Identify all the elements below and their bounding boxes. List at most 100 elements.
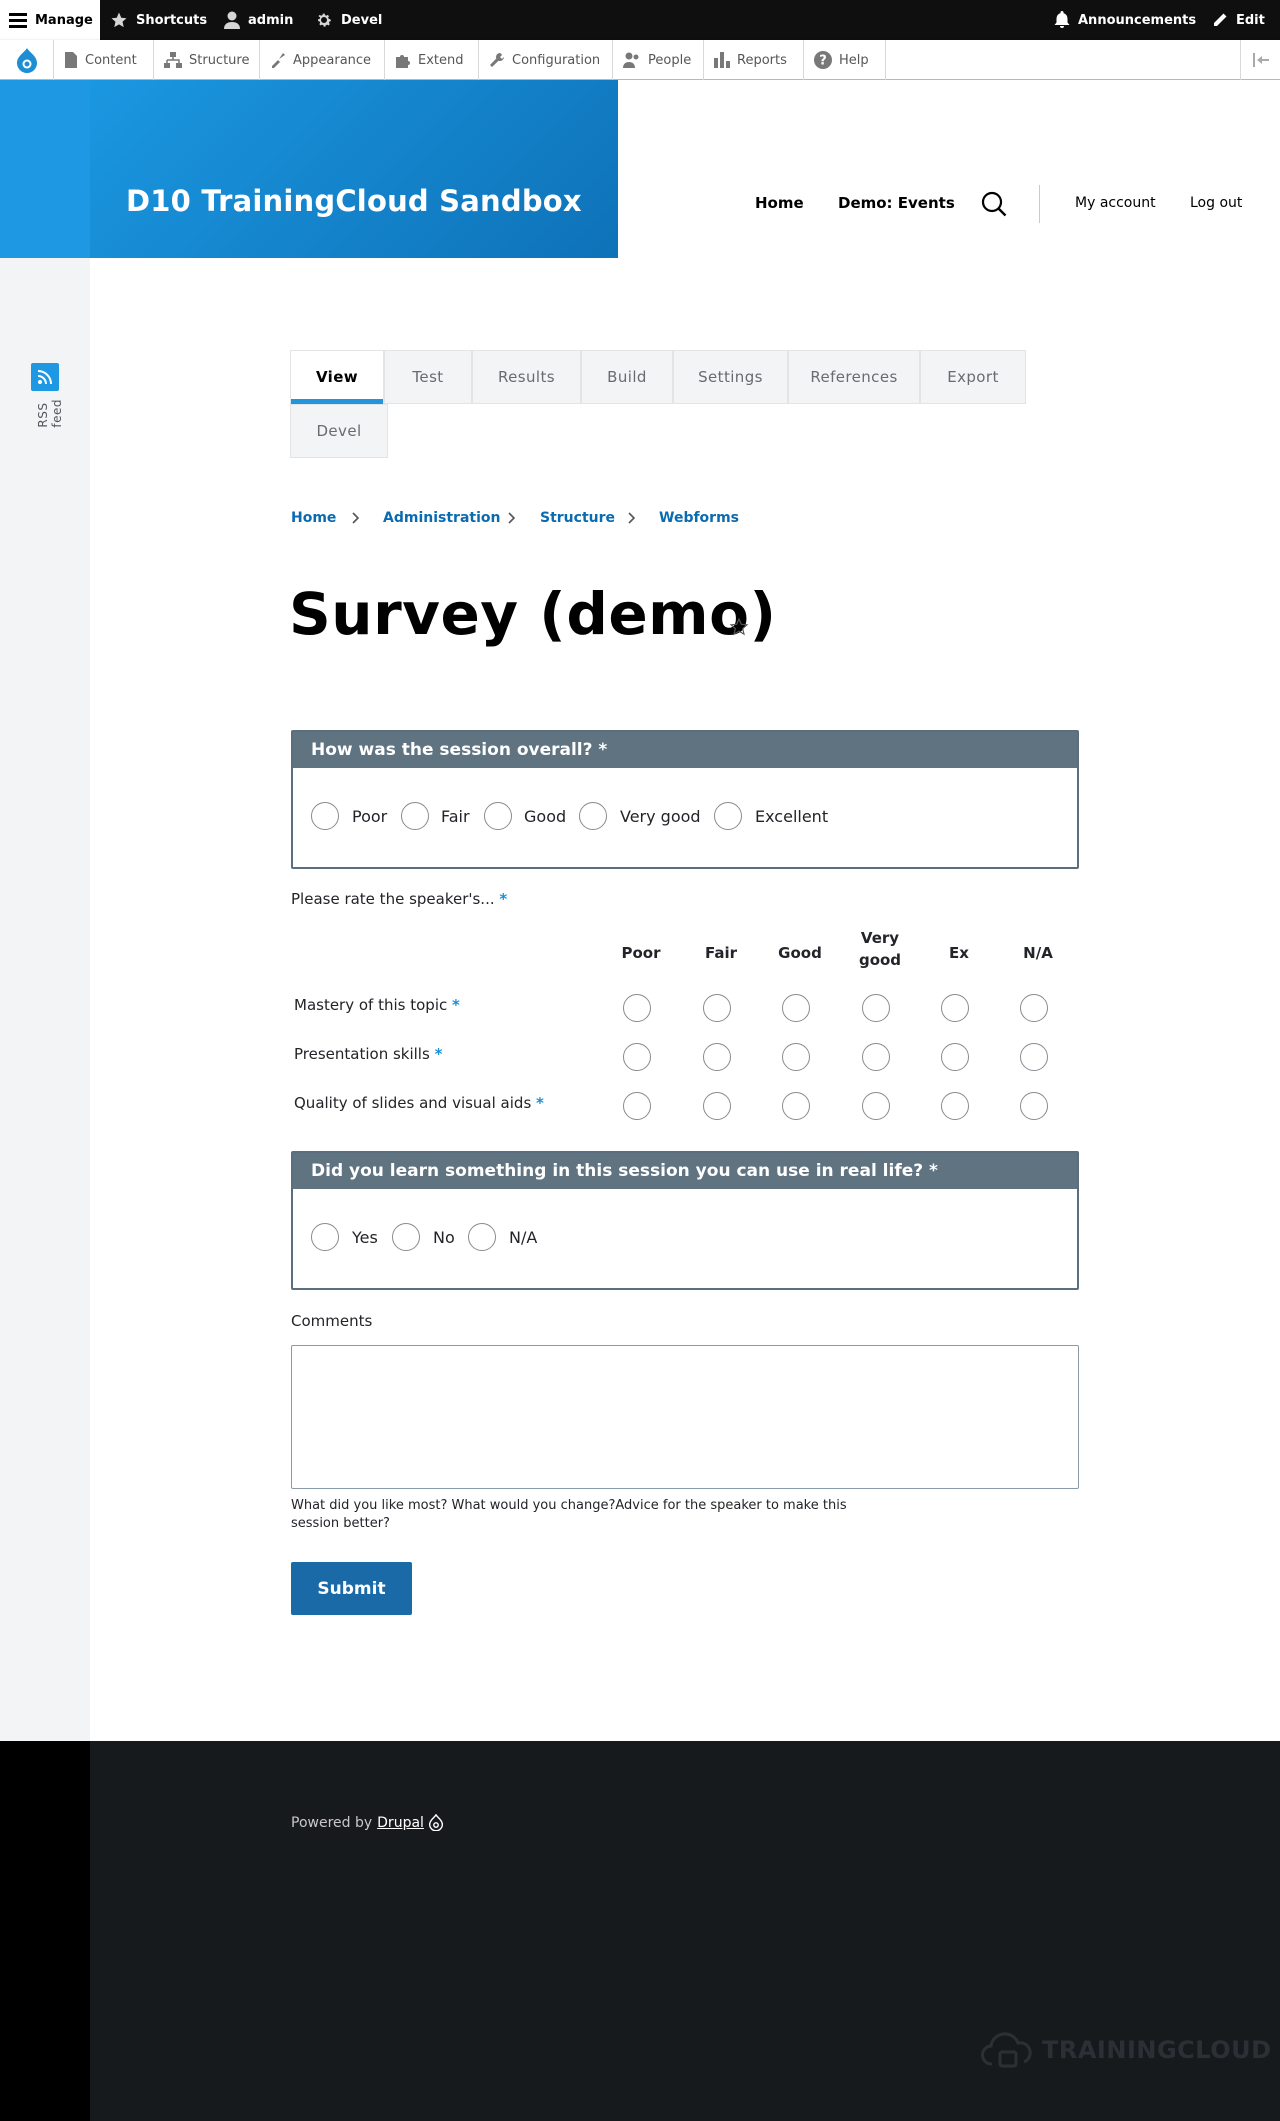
likert-radio[interactable]	[782, 1092, 810, 1120]
radio-poor[interactable]	[311, 802, 339, 830]
page-title: Survey (demo)	[289, 580, 777, 648]
likert-col-ex: Ex	[949, 944, 969, 962]
trainingcloud-logo: TRAININGCLOUD	[980, 2030, 1272, 2070]
shortcuts-label: Shortcuts	[136, 12, 208, 28]
tray-structure[interactable]: Structure	[154, 40, 260, 80]
tray-appearance[interactable]: Appearance	[260, 40, 385, 80]
overall-fieldset: How was the session overall? * Poor Fair…	[291, 730, 1079, 869]
tray-configuration[interactable]: Configuration	[479, 40, 613, 80]
likert-radio[interactable]	[623, 1043, 651, 1071]
announcements-tab[interactable]: Announcements	[1054, 0, 1196, 40]
breadcrumb-home[interactable]: Home	[291, 510, 336, 526]
likert-radio[interactable]	[782, 1043, 810, 1071]
manage-tab[interactable]: Manage	[0, 0, 100, 40]
likert-radio[interactable]	[703, 1092, 731, 1120]
help-icon: ?	[814, 51, 832, 69]
overall-legend: How was the session overall? *	[293, 732, 1077, 768]
likert-radio[interactable]	[1020, 1092, 1048, 1120]
tab-settings[interactable]: Settings	[673, 350, 788, 404]
nav-log-out[interactable]: Log out	[1190, 195, 1242, 211]
document-icon	[65, 52, 77, 68]
devel-tab[interactable]: Devel	[315, 0, 382, 40]
likert-radio[interactable]	[862, 1092, 890, 1120]
radio-good[interactable]	[484, 802, 512, 830]
drupal-logo-icon	[16, 48, 37, 73]
drupal-link[interactable]: Drupal	[377, 1815, 424, 1831]
star-icon	[111, 12, 127, 28]
nav-divider	[1039, 185, 1040, 223]
tray-people[interactable]: People	[613, 40, 704, 80]
radio-fair[interactable]	[401, 802, 429, 830]
likert-radio[interactable]	[623, 994, 651, 1022]
likert-radio[interactable]	[862, 994, 890, 1022]
powered-by: Powered by Drupal	[291, 1814, 443, 1831]
likert-radio[interactable]	[703, 1043, 731, 1071]
required-marker: *	[452, 996, 460, 1014]
radio-no[interactable]	[392, 1223, 420, 1251]
required-marker: *	[434, 1045, 443, 1063]
tray-extend[interactable]: Extend	[385, 40, 479, 80]
likert-radio[interactable]	[941, 1092, 969, 1120]
likert-col-fair: Fair	[704, 944, 738, 962]
breadcrumb-administration[interactable]: Administration	[383, 510, 500, 526]
radio-label-no: No	[433, 1228, 455, 1247]
site-branding	[0, 80, 618, 258]
tab-devel[interactable]: Devel	[290, 404, 388, 458]
site-name[interactable]: D10 TrainingCloud Sandbox	[126, 184, 582, 218]
search-toggle[interactable]	[980, 190, 1008, 222]
breadcrumb-structure[interactable]: Structure	[540, 510, 615, 526]
search-icon	[981, 191, 1007, 217]
tray-content[interactable]: Content	[54, 40, 154, 80]
gear-icon	[318, 13, 332, 27]
tab-export[interactable]: Export	[920, 350, 1026, 404]
tab-view[interactable]: View	[290, 350, 384, 404]
nav-demo-events[interactable]: Demo: Events	[838, 194, 955, 212]
shortcuts-tab[interactable]: Shortcuts	[110, 0, 207, 40]
likert-radio[interactable]	[941, 1043, 969, 1071]
likert-radio[interactable]	[1020, 994, 1048, 1022]
drupal-drop-icon	[428, 1814, 443, 1831]
tray-help[interactable]: ? Help	[804, 40, 886, 80]
radio-label-excellent: Excellent	[755, 807, 829, 826]
people-icon	[623, 52, 639, 68]
tray-reports-label: Reports	[737, 52, 787, 68]
bookmark-star-button[interactable]	[729, 617, 749, 641]
user-tab[interactable]: admin	[224, 0, 293, 40]
tray-appearance-label: Appearance	[293, 52, 372, 68]
sitemap-icon	[164, 52, 182, 68]
likert-label-text: Please rate the speaker's...	[291, 890, 495, 908]
tab-build[interactable]: Build	[581, 350, 673, 404]
user-label: admin	[248, 12, 294, 28]
radio-na[interactable]	[468, 1223, 496, 1251]
likert-radio[interactable]	[782, 994, 810, 1022]
likert-radio[interactable]	[623, 1092, 651, 1120]
tray-structure-label: Structure	[189, 52, 250, 68]
likert-radio[interactable]	[703, 994, 731, 1022]
collapse-tray-button[interactable]	[1240, 40, 1280, 80]
radio-excellent[interactable]	[714, 802, 742, 830]
radio-very-good[interactable]	[579, 802, 607, 830]
tab-test[interactable]: Test	[384, 350, 472, 404]
likert-radio[interactable]	[862, 1043, 890, 1071]
likert-col-very-good: Very good	[858, 929, 902, 969]
edit-tab[interactable]: Edit	[1212, 0, 1265, 40]
likert-radio[interactable]	[941, 994, 969, 1022]
breadcrumb-webforms[interactable]: Webforms	[659, 510, 739, 526]
submit-button[interactable]: Submit	[291, 1562, 412, 1615]
drupal-home-link[interactable]	[0, 40, 54, 80]
nav-my-account[interactable]: My account	[1075, 195, 1156, 211]
radio-label-poor: Poor	[352, 807, 388, 826]
tray-reports[interactable]: Reports	[704, 40, 804, 80]
bell-icon	[1054, 11, 1070, 28]
rss-feed-link[interactable]: RSS feed	[31, 363, 64, 428]
radio-yes[interactable]	[311, 1223, 339, 1251]
announcements-label: Announcements	[1078, 12, 1197, 28]
nav-home[interactable]: Home	[755, 194, 804, 212]
tab-references[interactable]: References	[788, 350, 920, 404]
likert-radio[interactable]	[1020, 1043, 1048, 1071]
comments-textarea[interactable]	[291, 1345, 1079, 1489]
puzzle-icon	[396, 55, 410, 68]
likert-label: Please rate the speaker's... *	[291, 890, 507, 908]
radio-label-yes: Yes	[352, 1228, 378, 1247]
tab-results[interactable]: Results	[472, 350, 581, 404]
